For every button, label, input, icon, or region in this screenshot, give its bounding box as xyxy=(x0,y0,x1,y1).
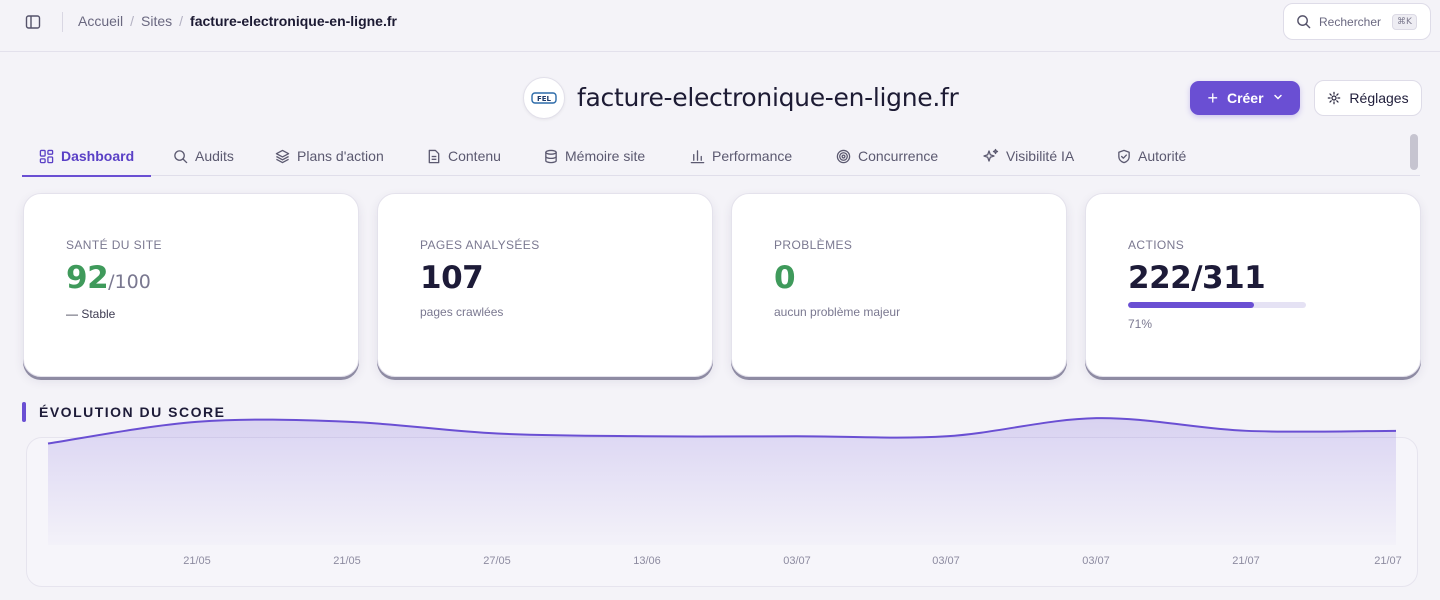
x-tick-label: 03/07 xyxy=(932,555,960,567)
x-tick-label: 21/07 xyxy=(1374,555,1402,567)
x-tick-label: 13/06 xyxy=(633,555,661,567)
x-tick-label: 21/05 xyxy=(183,555,211,567)
x-tick-label: 21/05 xyxy=(333,555,361,567)
x-tick-label: 21/07 xyxy=(1232,555,1260,567)
x-tick-label: 03/07 xyxy=(783,555,811,567)
x-tick-label: 03/07 xyxy=(1082,555,1110,567)
score-chart-svg: 21/05 21/05 27/05 13/06 03/07 03/07 03/07 21/07… xyxy=(47,417,1402,567)
x-tick-label: 27/05 xyxy=(483,555,511,567)
